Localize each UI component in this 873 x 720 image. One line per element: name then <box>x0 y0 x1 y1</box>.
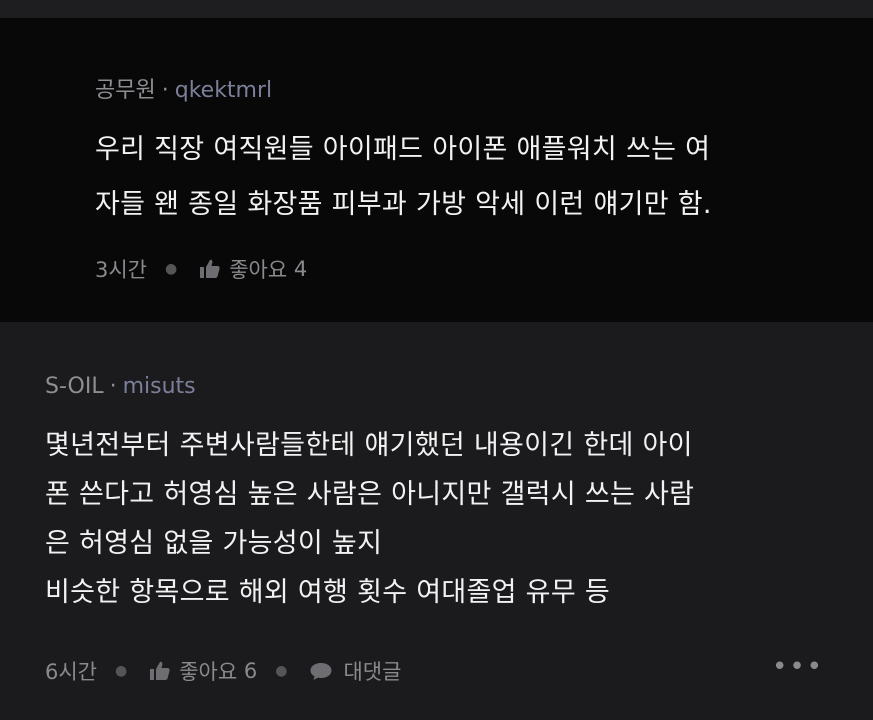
author-user-id: misuts <box>122 374 196 399</box>
like-button[interactable]: 좋아요 4 <box>199 254 307 284</box>
meta-separator: ● <box>165 261 178 277</box>
comment-body: 몇년전부터 주변사람들한테 얘기했던 내용이긴 한데 아이 폰 쓴다고 허영심 … <box>45 421 694 617</box>
like-count: 6 <box>243 659 258 683</box>
thumbs-up-icon <box>150 661 170 680</box>
like-label: 좋아요 <box>179 660 238 684</box>
comment-meta: 3시간 ● 좋아요 4 <box>95 254 307 284</box>
comment-card-2: S-OIL · misuts 몇년전부터 주변사람들한테 얘기했던 내용이긴 한데 … <box>0 322 873 720</box>
comment-time: 6시간 <box>45 660 98 684</box>
more-dots-icon: ••• <box>772 652 825 682</box>
author-nickname: 공무원 <box>95 78 156 103</box>
meta-separator: ● <box>275 663 288 679</box>
speech-bubble-icon <box>310 663 332 680</box>
comment-body: 우리 직장 여직원들 아이패드 아이폰 애플워치 쓰는 여 자들 왠 종일 화장… <box>95 122 712 232</box>
like-label: 좋아요 <box>229 258 288 282</box>
comment-line: 자들 왠 종일 화장품 피부과 가방 악세 이런 얘기만 함. <box>95 189 712 220</box>
comment-line: 우리 직장 여직원들 아이패드 아이폰 애플워치 쓰는 여 <box>95 134 711 165</box>
reply-label: 대댓글 <box>343 660 402 684</box>
more-options-button[interactable]: ••• <box>772 652 824 682</box>
reply-button[interactable]: 대댓글 <box>309 656 401 686</box>
comment-card-1: 공무원 · qkektmrl 우리 직장 여직원들 아이패드 아이폰 애플워치 쓰는… <box>0 18 873 322</box>
author-user-id: qkektmrl <box>174 78 273 103</box>
top-strip <box>0 0 873 18</box>
comment-author[interactable]: 공무원 · qkektmrl <box>95 72 272 104</box>
comment-line: 폰 쓴다고 허영심 높은 사람은 아니지만 갤럭시 쓰는 사람 <box>45 479 695 510</box>
comment-line: 비슷한 항목으로 해외 여행 횟수 여대졸업 유무 등 <box>45 577 610 608</box>
comment-author[interactable]: S-OIL · misuts <box>45 374 196 399</box>
comment-line: 은 허영심 없을 가능성이 높지 <box>45 528 383 559</box>
author-separator: · <box>161 78 169 103</box>
author-separator: · <box>109 374 117 399</box>
meta-separator: ● <box>115 663 128 679</box>
comment-time: 3시간 <box>95 258 148 282</box>
comment-meta: 6시간 ● 좋아요 6 ● 대댓글 <box>45 656 401 686</box>
like-count: 4 <box>293 257 308 281</box>
author-nickname: S-OIL <box>45 374 104 399</box>
like-button[interactable]: 좋아요 6 <box>149 656 257 686</box>
thumbs-up-icon <box>200 259 220 278</box>
comment-line: 몇년전부터 주변사람들한테 얘기했던 내용이긴 한데 아이 <box>45 430 693 461</box>
